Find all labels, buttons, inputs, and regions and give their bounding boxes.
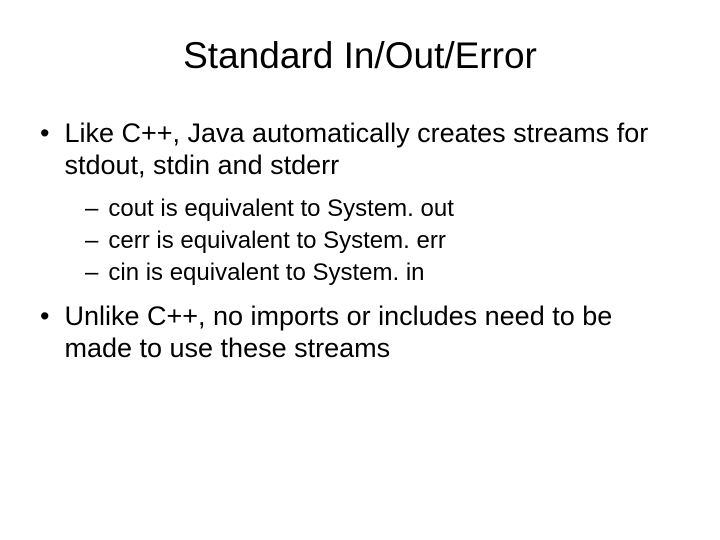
sub-bullet-text: cerr is equivalent to System. err bbox=[108, 226, 685, 256]
bullet-marker: • bbox=[40, 300, 49, 365]
sub-bullet-marker: – bbox=[85, 226, 98, 256]
bullet-item: • Unlike C++, no imports or includes nee… bbox=[35, 300, 685, 365]
slide-title: Standard In/Out/Error bbox=[35, 35, 685, 77]
sub-bullet-text: cout is equivalent to System. out bbox=[108, 194, 685, 224]
sub-bullet-text: cin is equivalent to System. in bbox=[108, 258, 685, 288]
sub-bullet-list: – cout is equivalent to System. out – ce… bbox=[35, 194, 685, 288]
sub-bullet-marker: – bbox=[85, 194, 98, 224]
bullet-text: Like C++, Java automatically creates str… bbox=[64, 117, 685, 182]
bullet-item: • Like C++, Java automatically creates s… bbox=[35, 117, 685, 182]
bullet-text: Unlike C++, no imports or includes need … bbox=[64, 300, 685, 365]
sub-bullet-marker: – bbox=[85, 258, 98, 288]
sub-bullet-item: – cerr is equivalent to System. err bbox=[85, 226, 685, 256]
sub-bullet-item: – cin is equivalent to System. in bbox=[85, 258, 685, 288]
sub-bullet-item: – cout is equivalent to System. out bbox=[85, 194, 685, 224]
bullet-marker: • bbox=[40, 117, 49, 182]
